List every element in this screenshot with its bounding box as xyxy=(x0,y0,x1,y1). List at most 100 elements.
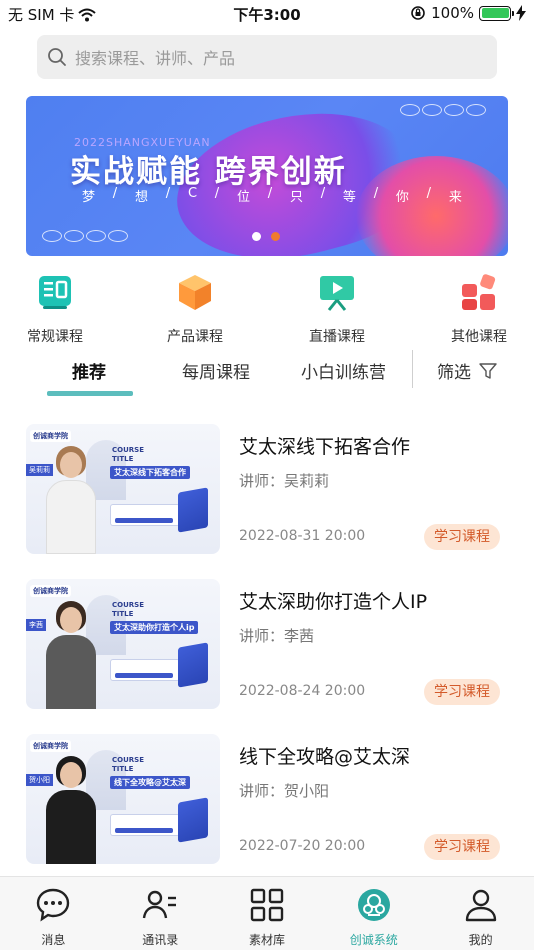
system-logo-icon xyxy=(357,889,390,921)
banner-headline: 实战赋能 跨界创新 xyxy=(70,154,347,190)
pagination-dot-active[interactable] xyxy=(271,232,280,241)
nav-label: 消息 xyxy=(41,933,66,947)
slogan-char: 来 xyxy=(448,190,462,205)
category-regular-courses[interactable]: 常规课程 xyxy=(0,272,110,346)
course-date: 2022-07-20 20:00 xyxy=(239,838,366,854)
search-placeholder: 搜索课程、讲师、产品 xyxy=(75,49,236,68)
slogan-char: 想 xyxy=(134,190,148,205)
category-label: 直播课程 xyxy=(309,329,365,345)
nav-label: 素材库 xyxy=(248,933,285,947)
category-live-courses[interactable]: 直播课程 xyxy=(282,272,392,346)
banner-rings-decoration xyxy=(42,230,128,242)
thumb-screen-graphic xyxy=(178,797,208,843)
course-card[interactable]: 创诚商学院 李茜 COURSE TITLE 艾太深助你打造个人ip 艾太深助你打造… xyxy=(26,579,508,709)
book-icon xyxy=(39,276,71,309)
search-icon xyxy=(48,48,66,66)
banner-pagination xyxy=(252,232,280,241)
thumb-logo: 创诚商学院 xyxy=(30,585,71,597)
thumb-screen-graphic xyxy=(178,487,208,533)
nav-profile[interactable]: 我的 xyxy=(427,877,534,950)
thumb-course-name: 艾太深线下拓客合作 xyxy=(110,466,190,479)
thumb-course-name: 线下全攻略@艾太深 xyxy=(110,776,190,789)
course-date: 2022-08-24 20:00 xyxy=(239,683,366,699)
lecturer-tag: 吴莉莉 xyxy=(26,464,53,476)
course-date: 2022-08-31 20:00 xyxy=(239,528,366,544)
slogan-char: 等 xyxy=(342,190,356,205)
thumb-course-label: COURSE TITLE xyxy=(112,756,144,773)
app-screen: 无 SIM 卡 下午3:00 100% 搜索课程、讲师、产品 2022SHANG… xyxy=(0,0,534,950)
banner-rings-decoration xyxy=(400,104,486,116)
course-card[interactable]: 创诚商学院 吴莉莉 COURSE TITLE 艾太深线下拓客合作 艾太深线下拓客合… xyxy=(26,424,508,554)
course-teacher: 讲师：贺小阳 xyxy=(239,782,330,800)
course-title: 艾太深助你打造个人IP xyxy=(239,591,428,613)
apps-icon xyxy=(462,274,496,310)
category-label: 常规课程 xyxy=(27,329,83,345)
thumb-logo: 创诚商学院 xyxy=(30,740,71,752)
banner-slogan: 梦 / 想 / C / 位 / 只 / 等 / 你 / 来 xyxy=(82,186,462,205)
course-badge[interactable]: 学习课程 xyxy=(424,834,500,860)
chat-bubble-icon xyxy=(37,888,70,922)
filter-funnel-icon xyxy=(479,362,497,379)
lecturer-photo xyxy=(46,756,96,864)
nav-materials[interactable]: 素材库 xyxy=(214,877,321,950)
box-icon xyxy=(179,275,211,310)
thumb-course-label: COURSE TITLE xyxy=(112,601,144,618)
course-badge[interactable]: 学习课程 xyxy=(424,679,500,705)
thumb-info-box xyxy=(110,814,180,836)
search-bar[interactable]: 搜索课程、讲师、产品 xyxy=(37,35,497,79)
tab-divider xyxy=(412,350,413,388)
category-product-courses[interactable]: 产品课程 xyxy=(140,272,250,346)
course-badge[interactable]: 学习课程 xyxy=(424,524,500,550)
thumb-info-box xyxy=(110,504,180,526)
tab-weekly[interactable]: 每周课程 xyxy=(182,358,250,383)
nav-label: 通讯录 xyxy=(142,933,179,947)
battery-percent: 100% xyxy=(431,4,474,22)
nav-label: 创诚系统 xyxy=(349,933,398,947)
nav-label: 我的 xyxy=(468,933,493,947)
tab-beginner-camp[interactable]: 小白训练营 xyxy=(301,358,386,383)
category-label: 其他课程 xyxy=(451,329,507,345)
battery-icon xyxy=(479,5,514,21)
filter-button[interactable]: 筛选 xyxy=(437,358,497,383)
rotation-lock-icon xyxy=(411,6,425,20)
grid-icon xyxy=(250,888,284,922)
thumb-screen-graphic xyxy=(178,642,208,688)
active-tab-indicator xyxy=(47,391,133,396)
slogan-char: 只 xyxy=(289,190,303,205)
status-bar: 无 SIM 卡 下午3:00 100% xyxy=(0,0,534,28)
course-teacher: 讲师：吴莉莉 xyxy=(239,472,330,490)
category-label: 产品课程 xyxy=(167,329,223,345)
course-title: 线下全攻略@艾太深 xyxy=(239,746,411,768)
slogan-char: 你 xyxy=(395,190,409,205)
contacts-icon xyxy=(142,890,177,919)
tab-recommended[interactable]: 推荐 xyxy=(72,358,106,383)
lecturer-photo xyxy=(46,446,96,554)
course-thumbnail: 创诚商学院 李茜 COURSE TITLE 艾太深助你打造个人ip xyxy=(26,579,220,709)
pagination-dot[interactable] xyxy=(252,232,261,241)
course-thumbnail: 创诚商学院 吴莉莉 COURSE TITLE 艾太深线下拓客合作 xyxy=(26,424,220,554)
nav-messages[interactable]: 消息 xyxy=(0,877,107,950)
person-icon xyxy=(465,889,496,922)
promo-banner[interactable]: 2022SHANGXUEYUAN 实战赋能 跨界创新 梦 / 想 / C / 位 / 只… xyxy=(26,96,508,256)
category-other-courses[interactable]: 其他课程 xyxy=(424,272,534,346)
live-screen-icon xyxy=(320,276,354,311)
category-row: 常规课程 产品课程 直播课程 其他课程 xyxy=(0,272,534,345)
thumb-logo: 创诚商学院 xyxy=(30,430,71,442)
nav-contacts[interactable]: 通讯录 xyxy=(107,877,214,950)
thumb-info-box xyxy=(110,659,180,681)
course-tabs: 推荐 每周课程 小白训练营 筛选 xyxy=(0,348,534,398)
filter-label: 筛选 xyxy=(437,363,471,383)
nav-system[interactable]: 创诚系统 xyxy=(320,877,427,950)
course-title: 艾太深线下拓客合作 xyxy=(239,436,411,458)
slogan-char: C xyxy=(187,186,198,201)
charging-bolt-icon xyxy=(516,5,526,21)
thumb-course-label: COURSE TITLE xyxy=(112,446,144,463)
bottom-tab-bar: 消息 通讯录 素材库 创诚系统 我的 xyxy=(0,876,534,950)
thumb-course-name: 艾太深助你打造个人ip xyxy=(110,621,199,634)
lecturer-tag: 李茜 xyxy=(26,619,46,631)
slogan-char: 梦 xyxy=(82,190,96,205)
lecturer-tag: 贺小阳 xyxy=(26,774,53,786)
course-card[interactable]: 创诚商学院 贺小阳 COURSE TITLE 线下全攻略@艾太深 线下全攻略@艾太… xyxy=(26,734,508,864)
course-teacher: 讲师：李茜 xyxy=(239,627,315,645)
lecturer-photo xyxy=(46,601,96,709)
